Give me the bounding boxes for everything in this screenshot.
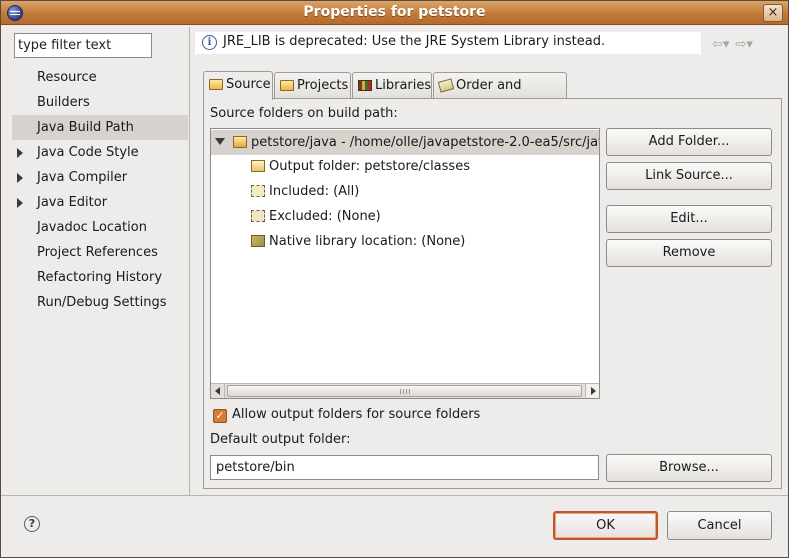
default-output-folder-label: Default output folder:	[210, 432, 351, 447]
sash[interactable]	[189, 27, 190, 495]
properties-dialog: Properties for petstore × Resource Build…	[0, 0, 789, 558]
sidebar-item-label: Java Compiler	[37, 170, 128, 185]
expand-arrow-icon[interactable]	[17, 148, 23, 158]
back-arrow-icon[interactable]: ⇦▾	[712, 37, 729, 52]
tree-row-label: Included: (All)	[269, 184, 360, 199]
footer-separator	[1, 495, 788, 496]
tab-label: Libraries	[375, 78, 432, 93]
sidebar-item-refactoring-history[interactable]: Refactoring History	[12, 265, 188, 290]
sidebar-item-run-debug-settings[interactable]: Run/Debug Settings	[12, 290, 188, 315]
default-output-folder-input[interactable]	[210, 455, 599, 480]
tree-row-source-folder[interactable]: petstore/java - /home/olle/javapetstore-…	[211, 130, 600, 155]
included-filter-icon	[251, 185, 265, 197]
sidebar-item-label: Javadoc Location	[37, 220, 147, 235]
tree-row-label: petstore/java - /home/olle/javapetstore-…	[251, 135, 600, 150]
horizontal-scrollbar[interactable]	[211, 383, 599, 398]
output-folder-icon	[251, 160, 265, 172]
tab-source[interactable]: Source	[203, 71, 273, 100]
sidebar-item-label: Project References	[37, 245, 158, 260]
ok-button[interactable]: OK	[553, 511, 658, 540]
sidebar-item-java-build-path[interactable]: Java Build Path	[12, 115, 188, 140]
expand-arrow-icon[interactable]	[17, 173, 23, 183]
tree-row-excluded[interactable]: Excluded: (None)	[211, 204, 599, 229]
tree-row-output-folder[interactable]: Output folder: petstore/classes	[211, 154, 599, 179]
sidebar-item-builders[interactable]: Builders	[12, 90, 188, 115]
scroll-right-icon[interactable]	[585, 384, 599, 398]
source-folder-icon	[233, 136, 247, 148]
sidebar-item-label: Refactoring History	[37, 270, 163, 285]
filter-input[interactable]	[14, 33, 152, 58]
projects-icon	[280, 80, 294, 91]
cancel-button[interactable]: Cancel	[667, 511, 772, 540]
tab-label: Projects	[297, 78, 349, 93]
order-export-icon	[437, 78, 455, 93]
source-folder-tree[interactable]: petstore/java - /home/olle/javapetstore-…	[210, 128, 600, 399]
history-nav: ⇦▾ ⇨▾	[712, 37, 759, 52]
tree-row-included[interactable]: Included: (All)	[211, 179, 599, 204]
sidebar-item-project-references[interactable]: Project References	[12, 240, 188, 265]
libraries-icon	[358, 80, 372, 91]
sidebar-item-label: Run/Debug Settings	[37, 295, 167, 310]
sidebar: Resource Builders Java Build Path Java C…	[12, 65, 188, 315]
close-button[interactable]: ×	[763, 4, 783, 22]
help-icon[interactable]: ?	[24, 516, 40, 532]
title-bar[interactable]: Properties for petstore ×	[1, 1, 788, 25]
tab-label: Source	[226, 77, 271, 92]
sidebar-item-label: Resource	[37, 70, 97, 85]
allow-output-folders-label[interactable]: Allow output folders for source folders	[232, 407, 480, 422]
sidebar-item-label: Java Build Path	[37, 120, 134, 135]
scroll-left-icon[interactable]	[211, 384, 225, 398]
sidebar-item-java-editor[interactable]: Java Editor	[12, 190, 188, 215]
sidebar-item-javadoc-location[interactable]: Javadoc Location	[12, 215, 188, 240]
window-title: Properties for petstore	[303, 4, 486, 20]
tree-row-label: Excluded: (None)	[269, 209, 381, 224]
browse-button[interactable]: Browse...	[606, 454, 772, 482]
remove-button[interactable]: Remove	[606, 239, 772, 267]
source-folder-icon	[209, 79, 223, 90]
edit-button[interactable]: Edit...	[606, 205, 772, 233]
link-source-button[interactable]: Link Source...	[606, 162, 772, 190]
tab-libraries[interactable]: Libraries	[352, 72, 432, 99]
tree-row-label: Output folder: petstore/classes	[269, 159, 470, 174]
expand-arrow-icon[interactable]	[17, 198, 23, 208]
sidebar-item-java-compiler[interactable]: Java Compiler	[12, 165, 188, 190]
info-icon: i	[202, 35, 217, 50]
collapse-arrow-icon[interactable]	[215, 138, 225, 145]
message-bar: i JRE_LIB is deprecated: Use the JRE Sys…	[195, 32, 701, 54]
sidebar-item-label: Java Editor	[37, 195, 108, 210]
source-folders-label: Source folders on build path:	[210, 106, 398, 121]
info-message: JRE_LIB is deprecated: Use the JRE Syste…	[223, 34, 606, 49]
sidebar-item-label: Java Code Style	[37, 145, 139, 160]
sidebar-item-resource[interactable]: Resource	[12, 65, 188, 90]
tab-projects[interactable]: Projects	[274, 72, 351, 99]
add-folder-button[interactable]: Add Folder...	[606, 128, 772, 156]
tab-order-and-export[interactable]: Order and Export	[433, 72, 567, 119]
native-library-icon	[251, 235, 265, 247]
allow-output-folders-checkbox[interactable]: ✓	[213, 409, 227, 423]
tree-row-native-library[interactable]: Native library location: (None)	[211, 229, 599, 254]
scrollbar-thumb[interactable]	[227, 385, 582, 397]
excluded-filter-icon	[251, 210, 265, 222]
forward-arrow-icon[interactable]: ⇨▾	[735, 37, 752, 52]
tree-row-label: Native library location: (None)	[269, 234, 466, 249]
sidebar-item-label: Builders	[37, 95, 90, 110]
sidebar-item-java-code-style[interactable]: Java Code Style	[12, 140, 188, 165]
